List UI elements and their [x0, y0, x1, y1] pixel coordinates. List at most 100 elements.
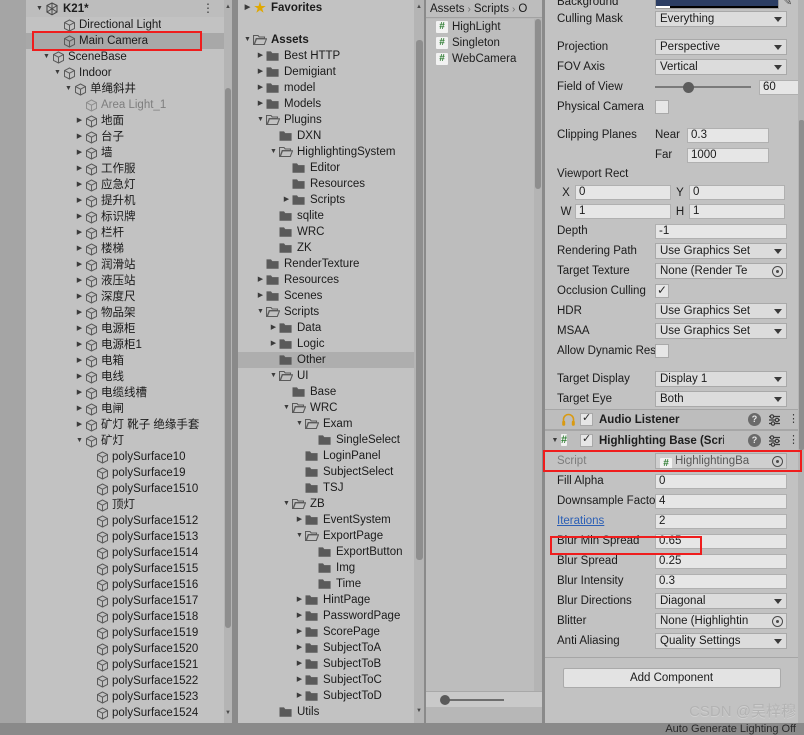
- hierarchy-item[interactable]: ▶ 电闸: [26, 401, 224, 417]
- hierarchy-item[interactable]: ▶ 物品架: [26, 305, 224, 321]
- dropdown[interactable]: Quality Settings: [655, 633, 787, 649]
- project-tree-item[interactable]: SubjectSelect: [238, 464, 414, 480]
- dropdown[interactable]: Everything: [655, 11, 787, 27]
- foldout-toggle[interactable]: ▶: [74, 177, 85, 193]
- foldout-toggle[interactable]: ▼: [268, 368, 279, 384]
- foldout-toggle[interactable]: ▶: [255, 64, 266, 80]
- text-field[interactable]: 0.3: [655, 573, 787, 589]
- object-field[interactable]: None (Render Te: [655, 263, 787, 279]
- component-menu-icon[interactable]: ⋮: [788, 434, 799, 447]
- project-tree-item[interactable]: ▶ Data: [238, 320, 414, 336]
- viewport-x-field[interactable]: 0: [575, 185, 671, 200]
- hierarchy-item[interactable]: ▶ 台子: [26, 129, 224, 145]
- breadcrumb-item[interactable]: O: [518, 3, 527, 15]
- checkbox[interactable]: [655, 283, 669, 298]
- add-component-button[interactable]: Add Component: [562, 668, 781, 688]
- scroll-down-arrow[interactable]: ▼: [414, 706, 424, 716]
- hierarchy-item[interactable]: ▼ Indoor: [26, 65, 224, 81]
- component-menu-icon[interactable]: ⋮: [788, 413, 799, 426]
- asset-items[interactable]: # HighLight # Singleton # WebCamera: [426, 19, 542, 699]
- hierarchy-item[interactable]: Directional Light: [26, 17, 224, 33]
- hierarchy-item-selected[interactable]: Main Camera: [26, 33, 224, 49]
- preset-icon[interactable]: [768, 413, 781, 426]
- scroll-down-arrow[interactable]: ▼: [224, 708, 232, 718]
- breadcrumb-item[interactable]: Scripts: [474, 3, 509, 15]
- foldout-toggle[interactable]: ▶: [74, 209, 85, 225]
- text-field[interactable]: 0.65: [655, 533, 787, 549]
- far-field[interactable]: 1000: [687, 147, 769, 163]
- project-tree-item[interactable]: ▼ Plugins: [238, 112, 414, 128]
- project-tree-item[interactable]: RenderTexture: [238, 256, 414, 272]
- foldout-toggle[interactable]: ▼: [242, 32, 253, 48]
- checkbox[interactable]: [655, 344, 669, 358]
- hierarchy-item[interactable]: 顶灯: [26, 497, 224, 513]
- foldout-toggle[interactable]: ▶: [74, 305, 85, 321]
- project-tree-item[interactable]: DXN: [238, 128, 414, 144]
- project-tree-item[interactable]: ▶ HintPage: [238, 592, 414, 608]
- project-tree-item[interactable]: LoginPanel: [238, 448, 414, 464]
- hierarchy-item[interactable]: ▶ 栏杆: [26, 225, 224, 241]
- help-icon[interactable]: ?: [748, 413, 761, 426]
- hierarchy-item[interactable]: polySurface19: [26, 465, 224, 481]
- hierarchy-item[interactable]: polySurface1524: [26, 705, 224, 721]
- dropdown[interactable]: Perspective: [655, 39, 787, 55]
- project-tree-item[interactable]: Time: [238, 576, 414, 592]
- dropdown[interactable]: Use Graphics Set: [655, 243, 787, 259]
- scroll-up-arrow[interactable]: ▲: [414, 2, 424, 12]
- asset-scrollbar[interactable]: [534, 19, 542, 699]
- text-field[interactable]: -1: [655, 223, 787, 239]
- foldout-toggle[interactable]: ▶: [294, 592, 305, 608]
- foldout-toggle[interactable]: ▼: [52, 65, 63, 81]
- foldout-toggle[interactable]: ▶: [74, 289, 85, 305]
- foldout-toggle[interactable]: ▶: [74, 321, 85, 337]
- foldout-toggle[interactable]: ▶: [74, 369, 85, 385]
- project-tree-item[interactable]: ExportButton: [238, 544, 414, 560]
- asset-zoom-slider[interactable]: [426, 691, 542, 707]
- hierarchy-item[interactable]: ▶ 电源柜: [26, 321, 224, 337]
- project-tree-item[interactable]: ▶ Logic: [238, 336, 414, 352]
- foldout-toggle[interactable]: ▼: [255, 304, 266, 320]
- project-tree-item[interactable]: ▶ ScorePage: [238, 624, 414, 640]
- scrollbar-thumb[interactable]: [535, 19, 541, 189]
- text-field[interactable]: 0: [655, 473, 787, 489]
- project-tree-item[interactable]: ▶ Models: [238, 96, 414, 112]
- project-tree-item[interactable]: WRC: [238, 224, 414, 240]
- foldout-toggle[interactable]: ▶: [294, 656, 305, 672]
- foldout-toggle[interactable]: ▶: [74, 417, 85, 433]
- text-field[interactable]: 4: [655, 493, 787, 509]
- project-tree-item[interactable]: [238, 16, 414, 32]
- asset-list-item[interactable]: # WebCamera: [426, 51, 542, 67]
- project-tree-item[interactable]: ZK: [238, 240, 414, 256]
- foldout-toggle[interactable]: ▶: [294, 688, 305, 704]
- foldout-toggle[interactable]: ▶: [255, 80, 266, 96]
- hierarchy-item[interactable]: ▼ 单绳斜井: [26, 81, 224, 97]
- project-tree-item[interactable]: ▶ model: [238, 80, 414, 96]
- viewport-w-field[interactable]: 1: [575, 204, 671, 219]
- hierarchy-item[interactable]: ▶ 电线: [26, 369, 224, 385]
- breadcrumb-item[interactable]: Assets: [430, 3, 465, 15]
- foldout-toggle[interactable]: ▶: [281, 192, 292, 208]
- dropdown[interactable]: Display 1: [655, 371, 787, 387]
- project-tree-item[interactable]: ▼ UI: [238, 368, 414, 384]
- foldout-toggle[interactable]: ▼: [255, 112, 266, 128]
- zoom-slider-knob[interactable]: [440, 695, 450, 705]
- hierarchy-item[interactable]: ▶ 深度尺: [26, 289, 224, 305]
- project-tree-item[interactable]: ▶ Scripts: [238, 192, 414, 208]
- dropdown[interactable]: Use Graphics Set: [655, 323, 787, 339]
- object-picker-icon[interactable]: [772, 266, 783, 277]
- hierarchy-item[interactable]: ▶ 液压站: [26, 273, 224, 289]
- foldout-toggle[interactable]: ▶: [74, 241, 85, 257]
- hierarchy-item[interactable]: ▶ 电缆线槽: [26, 385, 224, 401]
- project-tree-list[interactable]: ▶ ★ Favorites ▼ Assets ▶ Best HTTP ▶ Demigiant ▶ m…: [238, 0, 414, 723]
- foldout-toggle[interactable]: ▶: [74, 257, 85, 273]
- hierarchy-item[interactable]: ▶ 标识牌: [26, 209, 224, 225]
- dropdown[interactable]: Both: [655, 391, 787, 407]
- foldout-toggle[interactable]: ▶: [294, 640, 305, 656]
- foldout-toggle[interactable]: ▶: [74, 161, 85, 177]
- project-tree-item[interactable]: ▶ SubjectToB: [238, 656, 414, 672]
- project-tree-item[interactable]: ▼ ZB: [238, 496, 414, 512]
- foldout-toggle[interactable]: ▶: [74, 337, 85, 353]
- hierarchy-item[interactable]: ▶ 楼梯: [26, 241, 224, 257]
- help-icon[interactable]: ?: [748, 434, 761, 447]
- foldout-toggle[interactable]: ▶: [74, 145, 85, 161]
